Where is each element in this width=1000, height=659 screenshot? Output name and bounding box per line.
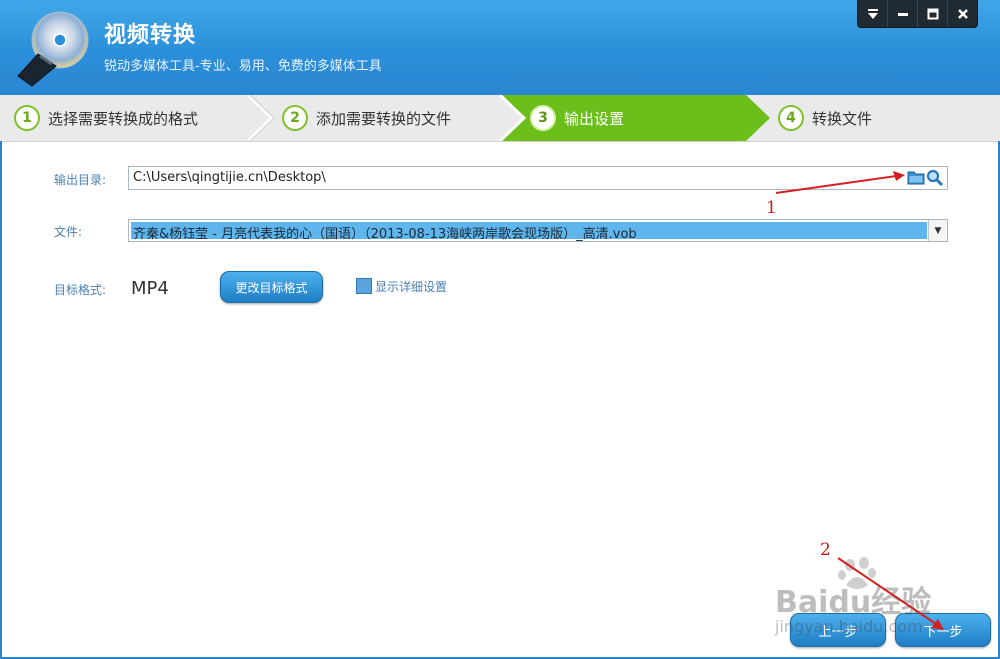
annotation-marker-1: 1 [766,198,777,218]
annotation-marker-2: 2 [820,540,831,560]
window-frame-left [0,141,2,659]
annotation-arrows [775,171,944,630]
video-converter-window: 视频转换 锐动多媒体工具-专业、易用、免费的多媒体工具 1 选择需要转换成的格式… [0,0,1000,659]
